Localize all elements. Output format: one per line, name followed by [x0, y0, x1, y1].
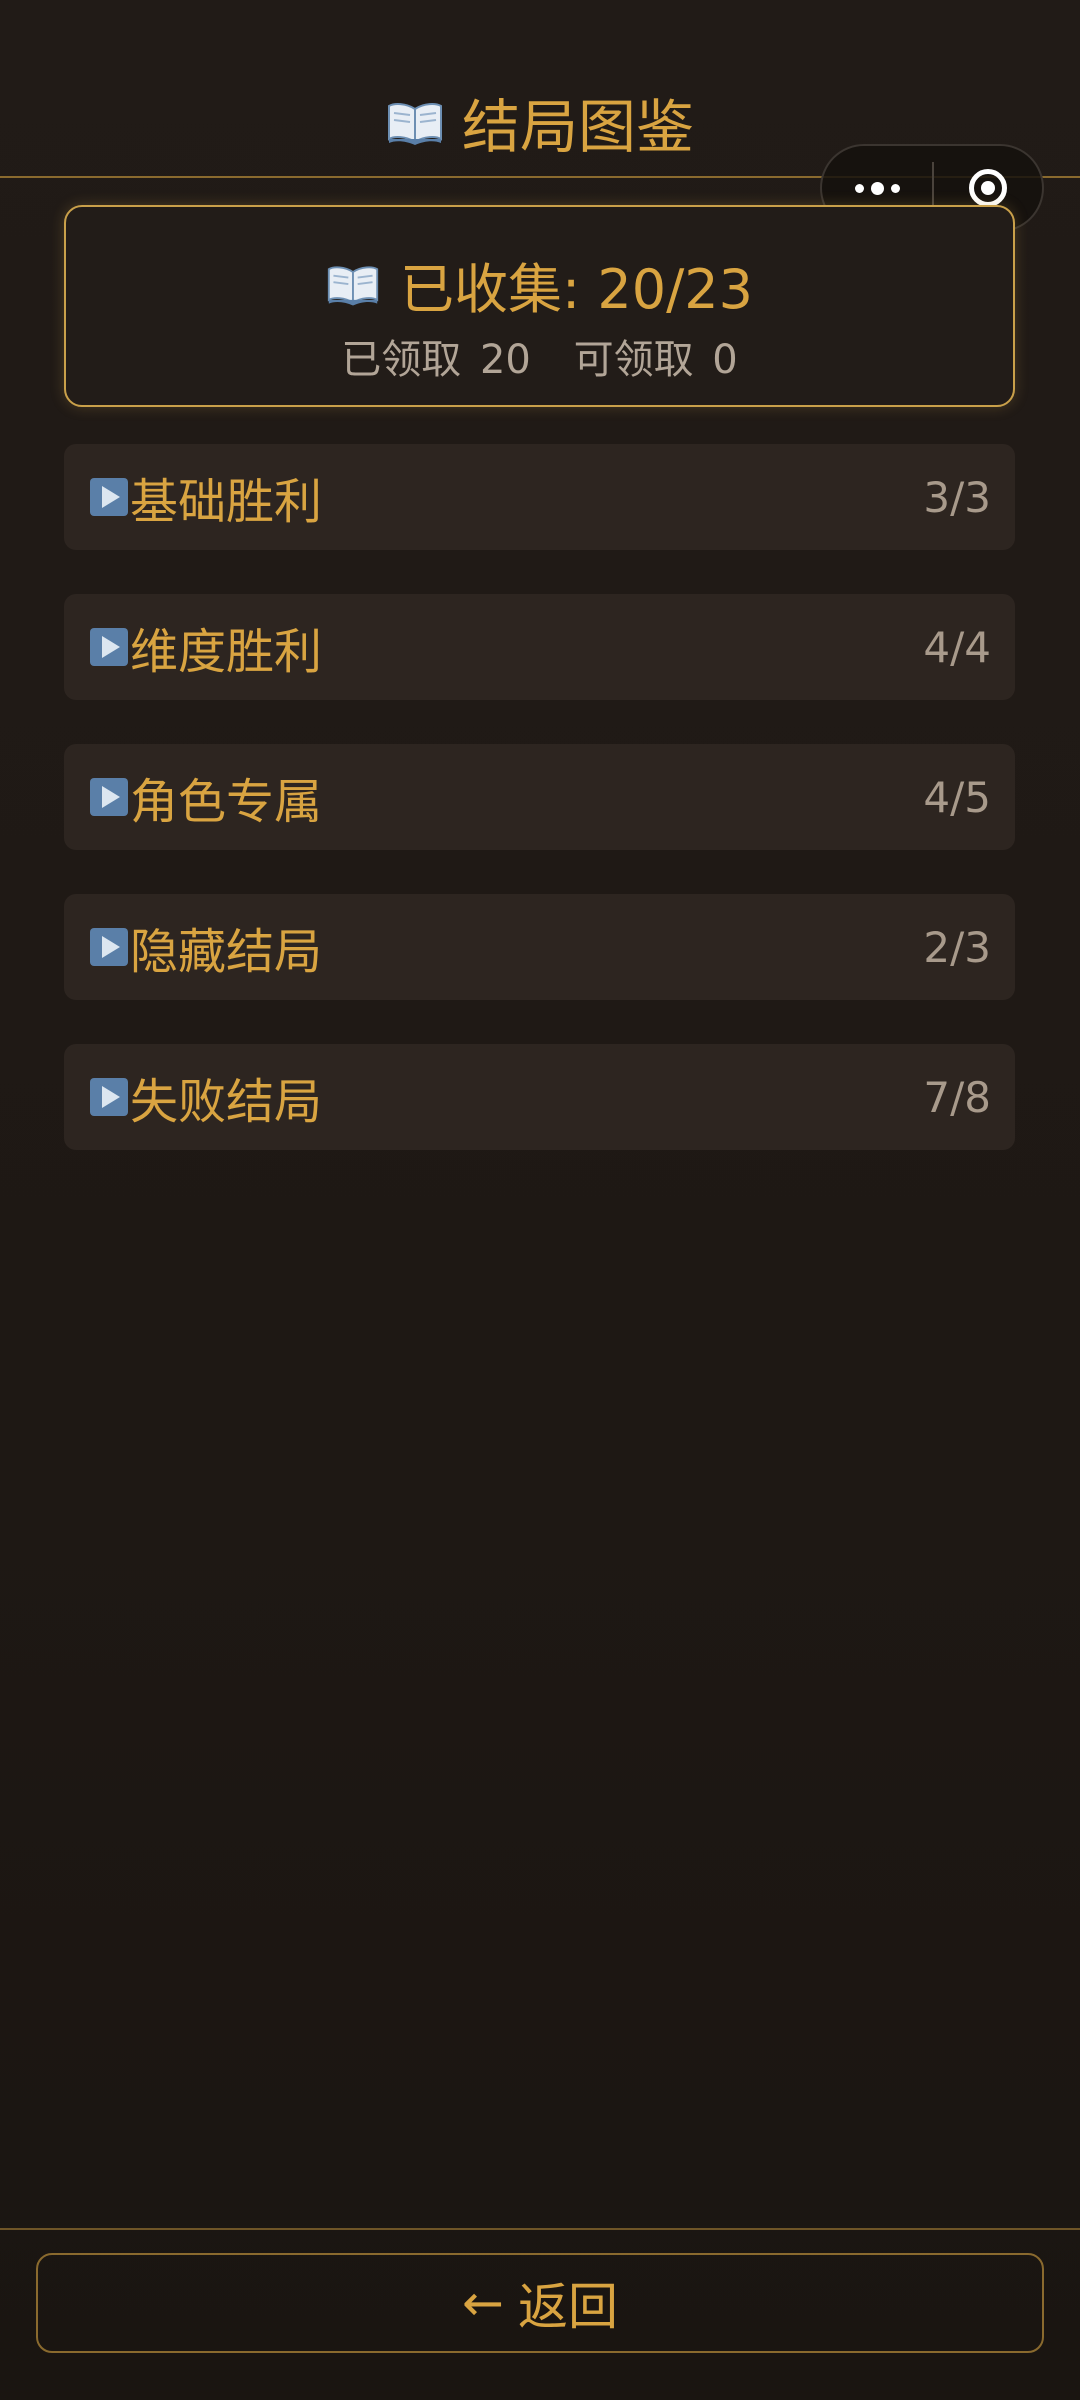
page-title-text: 结局图鉴 [461, 93, 694, 161]
back-button-label: 返回 [517, 2278, 618, 2336]
page: 结局图鉴 已收集: 20/23 已领取 20 可领取 0 基础胜利 3/3 维度… [0, 0, 1080, 2400]
footer-divider [0, 2228, 1080, 2230]
category-count: 4/5 [923, 772, 991, 822]
play-icon [90, 628, 128, 666]
collected-count-label: 已收集: 20/23 [400, 258, 753, 321]
ending-category-list: 基础胜利 3/3 维度胜利 4/4 角色专属 4/5 隐藏结局 2/3 失败结局… [64, 444, 1015, 1194]
collection-summary-title: 已收集: 20/23 [66, 245, 1013, 324]
category-label: 角色专属 [130, 774, 323, 830]
category-count: 4/4 [923, 622, 991, 672]
reward-status: 已领取 20 可领取 0 [66, 327, 1013, 385]
claimable-count-label: 可领取 0 [573, 337, 738, 383]
category-item-basic-victory[interactable]: 基础胜利 3/3 [64, 444, 1015, 550]
category-count: 7/8 [923, 1072, 991, 1122]
play-icon [90, 778, 128, 816]
play-icon [90, 1078, 128, 1116]
back-button[interactable]: ← 返回 [36, 2253, 1044, 2353]
collection-summary-card: 已收集: 20/23 已领取 20 可领取 0 [64, 205, 1015, 407]
play-icon [90, 928, 128, 966]
category-item-hidden-ending[interactable]: 隐藏结局 2/3 [64, 894, 1015, 1000]
category-label: 基础胜利 [130, 474, 323, 530]
target-circle-icon[interactable] [934, 169, 1042, 207]
category-label: 失败结局 [130, 1074, 323, 1130]
category-count: 3/3 [923, 472, 991, 522]
category-label: 隐藏结局 [130, 924, 323, 980]
claimed-count-label: 已领取 20 [341, 337, 531, 383]
category-item-dimension-victory[interactable]: 维度胜利 4/4 [64, 594, 1015, 700]
play-icon [90, 478, 128, 516]
category-count: 2/3 [923, 922, 991, 972]
open-book-icon [326, 264, 384, 306]
category-label: 维度胜利 [130, 624, 323, 680]
back-arrow-icon: ← [462, 2274, 504, 2332]
open-book-icon [386, 101, 444, 145]
category-item-character-exclusive[interactable]: 角色专属 4/5 [64, 744, 1015, 850]
category-item-failure-ending[interactable]: 失败结局 7/8 [64, 1044, 1015, 1150]
